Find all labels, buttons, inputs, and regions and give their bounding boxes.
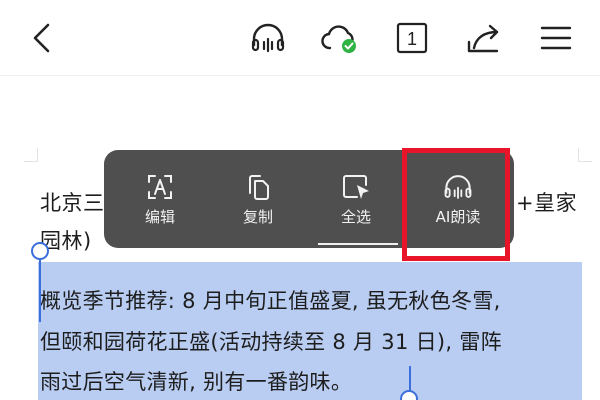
cloud-synced-icon (321, 25, 356, 53)
share-button[interactable] (464, 18, 504, 58)
top-toolbar: 1 (0, 0, 600, 76)
menu-icon (540, 26, 572, 50)
selected-text-line[interactable]: 但颐和园荷花正盛(活动持续至 8 月 31 日), 雷阵 (40, 327, 502, 357)
copy-label: 复制 (242, 208, 273, 226)
share-icon (467, 24, 499, 53)
page-corner-mark (24, 148, 38, 162)
menu-button[interactable] (536, 18, 576, 58)
select-all-label: 全选 (340, 208, 371, 226)
edit-text-icon (148, 175, 172, 199)
copy-button[interactable]: 复制 (222, 150, 294, 248)
document-text-line[interactable]: +皇家 (516, 188, 577, 218)
selected-text-line[interactable]: 概览季节推荐: 8 月中旬正值盛夏, 虽无秋色冬雪, (40, 286, 501, 316)
page-count-button[interactable]: 1 (392, 18, 432, 58)
ai-read-aloud-highlight-box (402, 148, 510, 261)
page-number: 1 (407, 29, 417, 49)
page-number-icon: 1 (396, 22, 428, 54)
edit-label: 编辑 (144, 208, 175, 226)
select-all-icon (343, 175, 369, 199)
copy-icon (249, 175, 269, 200)
cloud-sync-button[interactable] (320, 18, 360, 58)
headphones-icon (251, 23, 285, 53)
chevron-left-icon (33, 23, 50, 53)
document-text-line[interactable]: 北京三 (40, 188, 105, 218)
page-corner-mark (578, 148, 592, 162)
selection-start-handle[interactable] (39, 252, 41, 322)
selection-start-handle-knob[interactable] (31, 242, 49, 260)
selected-text-line[interactable]: 雨过后空气清新, 别有一番韵味。 (40, 367, 352, 397)
ai-read-aloud-underline (318, 243, 398, 245)
back-button[interactable] (22, 18, 62, 58)
listen-button[interactable] (248, 18, 288, 58)
edit-button[interactable]: 编辑 (124, 150, 196, 248)
select-all-button[interactable]: 全选 (320, 150, 392, 248)
